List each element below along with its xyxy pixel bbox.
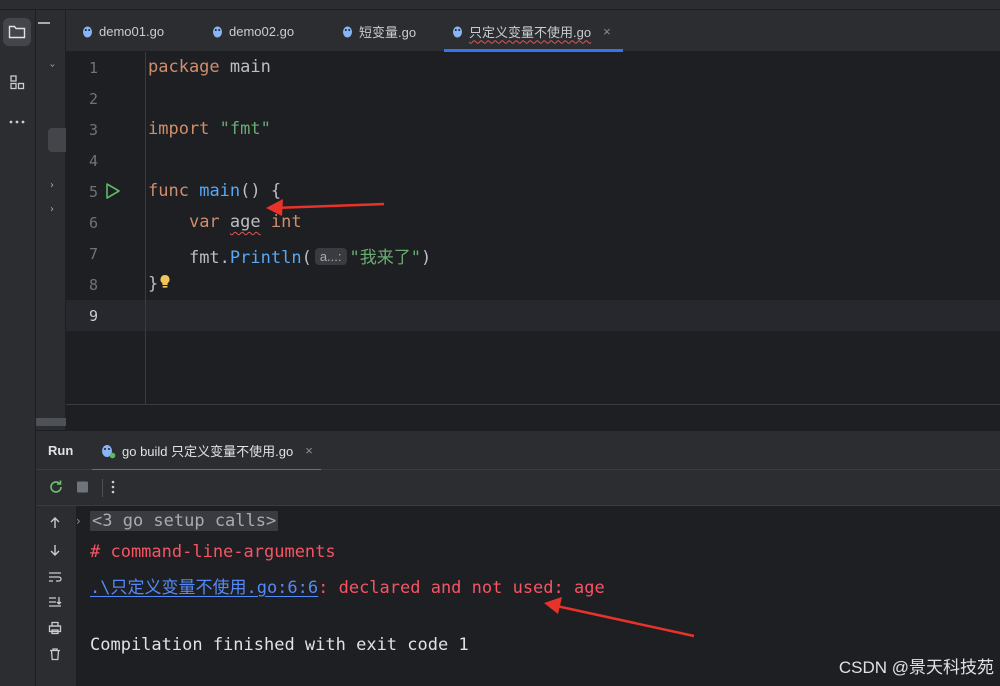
parameter-hint: a...: <box>314 248 347 265</box>
console-line-5: Compilation finished with exit code 1 <box>90 635 469 655</box>
line-number: 3 <box>88 121 98 139</box>
keyword: var <box>188 212 220 232</box>
code-line-6: var age int <box>148 212 302 232</box>
collapsed-setup-calls[interactable]: <3 go setup calls> <box>90 511 279 531</box>
tab-label: demo01.go <box>99 23 165 39</box>
code-line-8: } <box>148 274 171 294</box>
tab-demo02[interactable]: demo02.go <box>204 10 302 52</box>
function-call: Println <box>229 248 302 268</box>
chevron-down-icon[interactable]: › <box>47 64 58 68</box>
package-name: main <box>229 57 271 77</box>
code-line-7: fmt.Println(a...: "我来了") <box>148 243 431 268</box>
punctuation: () { <box>240 181 282 201</box>
go-file-icon <box>213 26 222 37</box>
window-top-strip <box>0 0 1000 10</box>
line-number: 2 <box>88 90 98 108</box>
line-number: 4 <box>88 152 98 170</box>
editor-tab-bar: demo01.go demo02.go 短变量.go 只定义变量不使用.go × <box>66 10 1000 52</box>
go-build-icon <box>102 444 116 458</box>
line-number-current: 9 <box>88 307 98 325</box>
scroll-to-end-icon[interactable] <box>48 595 62 609</box>
code-line-1: package main <box>148 57 271 77</box>
tab-label: 只定义变量不使用.go <box>469 24 592 40</box>
error-location-link[interactable]: .\只定义变量不使用.go:6:6 <box>90 578 318 598</box>
console-line-3: .\只定义变量不使用.go:6:6: declared and not used… <box>90 573 605 598</box>
more-tools-button[interactable] <box>3 108 31 136</box>
console-line-1: <3 go setup calls> <box>90 511 279 531</box>
tab-unused-var[interactable]: 只定义变量不使用.go × <box>444 10 623 52</box>
go-file-icon <box>343 26 352 37</box>
console-line-2: # command-line-arguments <box>90 542 336 562</box>
go-file-icon <box>83 26 92 37</box>
chevron-right-icon[interactable]: › <box>50 204 54 215</box>
line-number: 6 <box>88 214 98 232</box>
trash-icon[interactable] <box>48 647 62 661</box>
code-line-3: import "fmt" <box>148 119 271 139</box>
chevron-right-icon[interactable]: › <box>76 514 81 528</box>
tab-label: 短变量.go <box>359 24 417 40</box>
package-ref: fmt. <box>188 248 230 268</box>
run-toolbar <box>36 470 1000 506</box>
folder-icon <box>8 25 26 39</box>
code-line-5: func main() { <box>148 181 281 201</box>
chevron-right-icon[interactable]: › <box>50 180 54 191</box>
structure-icon <box>10 75 25 90</box>
structure-tool-button[interactable] <box>3 68 31 96</box>
horizontal-scrollbar[interactable] <box>36 418 66 426</box>
current-line-highlight <box>66 300 1000 331</box>
more-vertical-icon[interactable] <box>110 479 116 495</box>
soft-wrap-icon[interactable] <box>48 570 62 584</box>
tab-label: demo02.go <box>229 23 295 39</box>
rerun-icon[interactable] <box>48 479 64 495</box>
arrow-down-icon[interactable] <box>48 543 62 557</box>
string-literal: "我来了" <box>349 248 421 268</box>
error-message: : declared and not used: age <box>318 578 605 598</box>
editor-bottom-area <box>66 404 1000 430</box>
run-panel-title: Run <box>48 443 74 458</box>
lightbulb-icon[interactable] <box>159 274 171 290</box>
line-number: 7 <box>88 245 98 263</box>
punctuation: ( <box>301 248 312 268</box>
close-run-tab-icon[interactable]: × <box>305 443 313 458</box>
type-name: int <box>270 212 302 232</box>
close-tab-icon[interactable]: × <box>603 24 611 39</box>
keyword: func <box>148 181 189 201</box>
code-editor[interactable]: 1 2 3 4 5 6 7 8 9 package main import "f… <box>66 52 1000 404</box>
run-side-toolbar <box>36 506 76 686</box>
selected-tree-node[interactable] <box>48 128 66 152</box>
minimize-icon[interactable] <box>38 22 50 24</box>
string-literal: "fmt" <box>219 119 271 139</box>
go-file-icon <box>453 26 462 37</box>
punctuation: ) <box>420 248 432 268</box>
project-tool-button[interactable] <box>3 18 31 46</box>
unused-variable: age <box>229 212 261 232</box>
run-tab-label: go build 只定义变量不使用.go <box>122 444 294 459</box>
stop-icon[interactable] <box>76 479 90 495</box>
tab-demo01[interactable]: demo01.go <box>74 10 172 52</box>
line-number: 5 <box>88 183 98 201</box>
print-icon[interactable] <box>48 621 62 635</box>
project-panel: › › › <box>36 10 66 430</box>
run-config-tab[interactable]: go build 只定义变量不使用.go × <box>92 431 321 471</box>
tab-short-var[interactable]: 短变量.go <box>334 10 424 52</box>
tool-window-strip <box>0 10 36 686</box>
punctuation: } <box>148 274 159 294</box>
toolbar-separator <box>102 479 103 497</box>
arrow-up-icon[interactable] <box>48 516 62 530</box>
run-panel-header: Run go build 只定义变量不使用.go × <box>36 430 1000 471</box>
run-icon[interactable] <box>104 182 122 200</box>
keyword: import <box>148 119 210 139</box>
function-name: main <box>199 181 241 201</box>
line-gutter: 1 2 3 4 5 6 7 8 9 <box>66 52 146 404</box>
more-icon <box>9 120 25 124</box>
watermark: CSDN @景天科技苑 <box>838 658 994 677</box>
keyword: package <box>148 57 220 77</box>
line-number: 8 <box>88 276 98 294</box>
line-number: 1 <box>88 59 98 77</box>
